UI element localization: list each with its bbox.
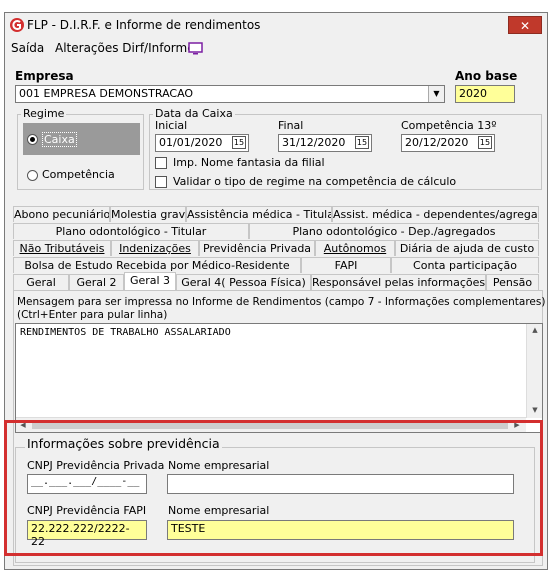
title-bar: FLP - D.I.R.F. e Informe de rendimentos …	[5, 13, 547, 38]
chevron-down-icon[interactable]: ▼	[428, 86, 444, 102]
annotation-highlight-box	[4, 420, 543, 556]
scroll-up-icon[interactable]: ▲	[527, 326, 543, 334]
app-logo-icon	[10, 18, 24, 32]
scroll-down-icon[interactable]: ▼	[527, 406, 543, 414]
imp-nome-checkbox[interactable]	[155, 157, 167, 169]
final-date-value: 31/12/2020	[282, 136, 346, 149]
empresa-value: 001 EMPRESA DEMONSTRACAO	[19, 87, 194, 100]
tab-fapi[interactable]: FAPI	[301, 257, 391, 273]
caixa-radio[interactable]	[27, 134, 38, 145]
empresa-select[interactable]: 001 EMPRESA DEMONSTRACAO ▼	[15, 85, 445, 103]
regime-title: Regime	[21, 107, 67, 120]
tab-autonomos[interactable]: Autônomos	[315, 240, 395, 256]
calendar-icon[interactable]: 15	[478, 136, 492, 149]
calendar-icon[interactable]: 15	[355, 136, 369, 149]
tab-bolsa-estudo[interactable]: Bolsa de Estudo Recebida por Médico-Resi…	[13, 257, 301, 273]
tab-nao-tributaveis[interactable]: Não Tributáveis	[13, 240, 111, 256]
regime-caixa-option[interactable]: Caixa	[23, 123, 140, 155]
mensagem-label-line2: (Ctrl+Enter para pular linha)	[17, 309, 168, 321]
tab-pensao[interactable]: Pensão	[486, 274, 539, 290]
tab-molestia-grave[interactable]: Molestia grave	[110, 206, 186, 222]
menu-bar: Saída Alterações Dirf/Informe	[5, 39, 547, 57]
comp13-label: Competência 13º	[401, 119, 497, 132]
ano-base-label: Ano base	[455, 69, 518, 83]
comp13-date-value: 20/12/2020	[405, 136, 469, 149]
imp-nome-label: Imp. Nome fantasia da filial	[173, 156, 325, 169]
tab-assist-medica-dependentes[interactable]: Assist. médica - dependentes/agregados	[332, 206, 539, 222]
tab-geral[interactable]: Geral	[13, 274, 69, 290]
vertical-scrollbar[interactable]: ▲ ▼	[526, 324, 542, 418]
competencia-radio[interactable]	[27, 170, 38, 181]
inicial-date-value: 01/01/2020	[159, 136, 223, 149]
monitor-icon[interactable]	[188, 42, 203, 55]
close-button[interactable]: ✕	[508, 16, 542, 34]
tab-plano-odonto-dep[interactable]: Plano odontológico - Dep./agregados	[249, 223, 539, 239]
empresa-label: Empresa	[15, 69, 74, 83]
tab-assistencia-medica-titular[interactable]: Assistência médica - Titular	[186, 206, 332, 222]
validar-label: Validar o tipo de regime na competência …	[173, 175, 457, 188]
inicial-label: Inicial	[155, 119, 188, 132]
tab-previdencia-privada[interactable]: Previdência Privada	[199, 240, 315, 256]
tab-conta-participacao[interactable]: Conta participação	[391, 257, 539, 273]
tab-geral-3[interactable]: Geral 3	[124, 272, 176, 290]
menu-alteracoes[interactable]: Alterações Dirf/Informe	[55, 41, 195, 55]
tab-diaria-ajuda-custo[interactable]: Diária de ajuda de custo	[395, 240, 539, 256]
tab-abono-pecuniario[interactable]: Abono pecuniário	[13, 206, 110, 222]
ano-base-field[interactable]: 2020	[455, 85, 515, 103]
tab-plano-odonto-titular[interactable]: Plano odontológico - Titular	[13, 223, 249, 239]
final-label: Final	[278, 119, 304, 132]
tab-geral-2[interactable]: Geral 2	[69, 274, 124, 290]
tab-indenizacoes[interactable]: Indenizações	[111, 240, 199, 256]
mensagem-text: RENDIMENTOS DE TRABALHO ASSALARIADO	[20, 327, 231, 338]
window-title: FLP - D.I.R.F. e Informe de rendimentos	[27, 18, 261, 32]
mensagem-label-line1: Mensagem para ser impressa no Informe de…	[17, 296, 546, 308]
tab-geral-4-pessoa-fisica[interactable]: Geral 4( Pessoa Física)	[176, 274, 311, 290]
caixa-label: Caixa	[42, 132, 77, 147]
competencia-label: Competência	[42, 168, 115, 181]
calendar-icon[interactable]: 15	[232, 136, 246, 149]
validar-checkbox[interactable]	[155, 176, 167, 188]
tab-responsavel-informacoes[interactable]: Responsável pelas informações	[311, 274, 486, 290]
menu-saida[interactable]: Saída	[11, 41, 44, 55]
